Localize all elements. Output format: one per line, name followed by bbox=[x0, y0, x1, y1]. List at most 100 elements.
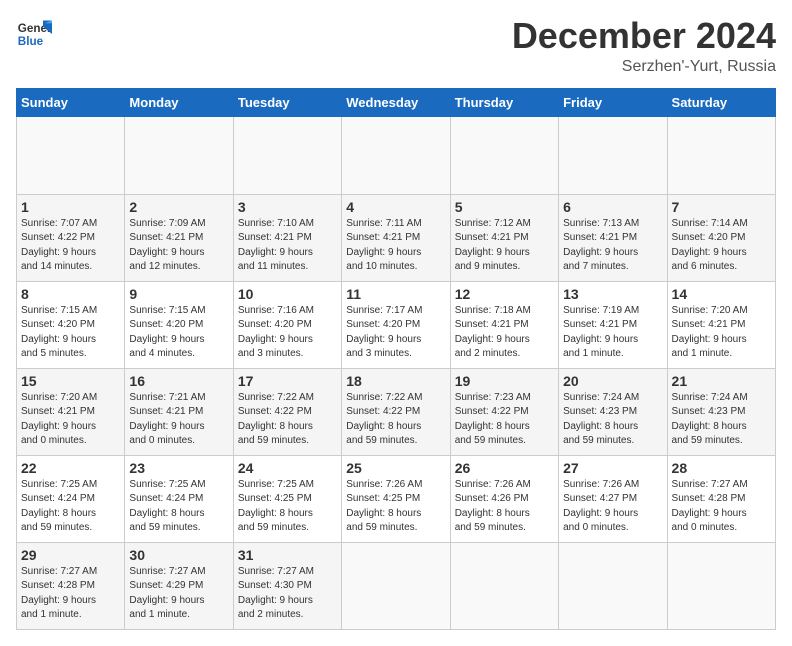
day-number: 24 bbox=[238, 460, 337, 476]
weekday-header-friday: Friday bbox=[559, 88, 667, 116]
day-info: Sunrise: 7:24 AM Sunset: 4:23 PM Dayligh… bbox=[563, 391, 662, 449]
day-number: 29 bbox=[21, 547, 120, 563]
calendar-cell: 14 Sunrise: 7:20 AM Sunset: 4:21 PM Dayli… bbox=[667, 281, 775, 368]
day-number: 4 bbox=[346, 199, 445, 215]
calendar-cell: 9Sunrise: 7:15 AM Sunset: 4:20 PM Daylig… bbox=[125, 281, 233, 368]
calendar-cell: 25 Sunrise: 7:26 AM Sunset: 4:25 PM Dayli… bbox=[342, 455, 450, 542]
day-info: Sunrise: 7:20 AM Sunset: 4:21 PM Dayligh… bbox=[21, 391, 120, 449]
day-info: Sunrise: 7:11 AM Sunset: 4:21 PM Dayligh… bbox=[346, 217, 445, 275]
day-number: 7 bbox=[672, 199, 771, 215]
logo: General Blue bbox=[16, 16, 52, 52]
day-info: Sunrise: 7:09 AM Sunset: 4:21 PM Dayligh… bbox=[129, 217, 228, 275]
calendar-cell bbox=[450, 542, 558, 629]
day-info: Sunrise: 7:22 AM Sunset: 4:22 PM Dayligh… bbox=[238, 391, 337, 449]
calendar-cell: 18 Sunrise: 7:22 AM Sunset: 4:22 PM Dayli… bbox=[342, 368, 450, 455]
calendar-cell: 7 Sunrise: 7:14 AM Sunset: 4:20 PM Daylig… bbox=[667, 194, 775, 281]
calendar-cell bbox=[233, 116, 341, 194]
day-info: Sunrise: 7:24 AM Sunset: 4:23 PM Dayligh… bbox=[672, 391, 771, 449]
calendar-table: SundayMondayTuesdayWednesdayThursdayFrid… bbox=[16, 88, 776, 630]
day-number: 21 bbox=[672, 373, 771, 389]
day-number: 30 bbox=[129, 547, 228, 563]
calendar-week-3: 8Sunrise: 7:15 AM Sunset: 4:20 PM Daylig… bbox=[17, 281, 776, 368]
location: Serzhen'-Yurt, Russia bbox=[512, 58, 776, 76]
calendar-cell: 6 Sunrise: 7:13 AM Sunset: 4:21 PM Daylig… bbox=[559, 194, 667, 281]
weekday-header-saturday: Saturday bbox=[667, 88, 775, 116]
day-info: Sunrise: 7:26 AM Sunset: 4:26 PM Dayligh… bbox=[455, 478, 554, 536]
calendar-cell: 24 Sunrise: 7:25 AM Sunset: 4:25 PM Dayli… bbox=[233, 455, 341, 542]
calendar-cell: 23 Sunrise: 7:25 AM Sunset: 4:24 PM Dayli… bbox=[125, 455, 233, 542]
weekday-header-wednesday: Wednesday bbox=[342, 88, 450, 116]
calendar-cell: 29Sunrise: 7:27 AM Sunset: 4:28 PM Dayli… bbox=[17, 542, 125, 629]
calendar-cell: 20Sunrise: 7:24 AM Sunset: 4:23 PM Dayli… bbox=[559, 368, 667, 455]
day-number: 25 bbox=[346, 460, 445, 476]
day-number: 13 bbox=[563, 286, 662, 302]
day-number: 14 bbox=[672, 286, 771, 302]
weekday-header-thursday: Thursday bbox=[450, 88, 558, 116]
day-info: Sunrise: 7:14 AM Sunset: 4:20 PM Dayligh… bbox=[672, 217, 771, 275]
day-info: Sunrise: 7:20 AM Sunset: 4:21 PM Dayligh… bbox=[672, 304, 771, 362]
calendar-cell: 1Sunrise: 7:07 AM Sunset: 4:22 PM Daylig… bbox=[17, 194, 125, 281]
calendar-cell bbox=[342, 116, 450, 194]
calendar-cell: 10 Sunrise: 7:16 AM Sunset: 4:20 PM Dayli… bbox=[233, 281, 341, 368]
calendar-header-row: SundayMondayTuesdayWednesdayThursdayFrid… bbox=[17, 88, 776, 116]
calendar-cell bbox=[559, 542, 667, 629]
svg-text:Blue: Blue bbox=[18, 35, 44, 48]
weekday-header-tuesday: Tuesday bbox=[233, 88, 341, 116]
calendar-cell: 12 Sunrise: 7:18 AM Sunset: 4:21 PM Dayli… bbox=[450, 281, 558, 368]
calendar-cell: 13Sunrise: 7:19 AM Sunset: 4:21 PM Dayli… bbox=[559, 281, 667, 368]
day-info: Sunrise: 7:07 AM Sunset: 4:22 PM Dayligh… bbox=[21, 217, 120, 275]
day-number: 26 bbox=[455, 460, 554, 476]
day-number: 23 bbox=[129, 460, 228, 476]
calendar-cell: 28 Sunrise: 7:27 AM Sunset: 4:28 PM Dayli… bbox=[667, 455, 775, 542]
day-number: 6 bbox=[563, 199, 662, 215]
title-block: December 2024 Serzhen'-Yurt, Russia bbox=[512, 16, 776, 76]
calendar-cell: 27Sunrise: 7:26 AM Sunset: 4:27 PM Dayli… bbox=[559, 455, 667, 542]
calendar-cell bbox=[17, 116, 125, 194]
day-info: Sunrise: 7:27 AM Sunset: 4:29 PM Dayligh… bbox=[129, 565, 228, 623]
day-info: Sunrise: 7:15 AM Sunset: 4:20 PM Dayligh… bbox=[129, 304, 228, 362]
day-info: Sunrise: 7:15 AM Sunset: 4:20 PM Dayligh… bbox=[21, 304, 120, 362]
day-info: Sunrise: 7:18 AM Sunset: 4:21 PM Dayligh… bbox=[455, 304, 554, 362]
calendar-cell: 30 Sunrise: 7:27 AM Sunset: 4:29 PM Dayli… bbox=[125, 542, 233, 629]
calendar-cell: 19Sunrise: 7:23 AM Sunset: 4:22 PM Dayli… bbox=[450, 368, 558, 455]
day-info: Sunrise: 7:25 AM Sunset: 4:24 PM Dayligh… bbox=[21, 478, 120, 536]
day-number: 31 bbox=[238, 547, 337, 563]
day-number: 28 bbox=[672, 460, 771, 476]
day-info: Sunrise: 7:13 AM Sunset: 4:21 PM Dayligh… bbox=[563, 217, 662, 275]
day-info: Sunrise: 7:27 AM Sunset: 4:28 PM Dayligh… bbox=[672, 478, 771, 536]
calendar-week-6: 29Sunrise: 7:27 AM Sunset: 4:28 PM Dayli… bbox=[17, 542, 776, 629]
day-number: 18 bbox=[346, 373, 445, 389]
day-info: Sunrise: 7:10 AM Sunset: 4:21 PM Dayligh… bbox=[238, 217, 337, 275]
calendar-week-5: 22 Sunrise: 7:25 AM Sunset: 4:24 PM Dayli… bbox=[17, 455, 776, 542]
calendar-cell: 31 Sunrise: 7:27 AM Sunset: 4:30 PM Dayli… bbox=[233, 542, 341, 629]
day-info: Sunrise: 7:17 AM Sunset: 4:20 PM Dayligh… bbox=[346, 304, 445, 362]
calendar-cell bbox=[559, 116, 667, 194]
page-header: General Blue December 2024 Serzhen'-Yurt… bbox=[16, 16, 776, 76]
calendar-week-2: 1Sunrise: 7:07 AM Sunset: 4:22 PM Daylig… bbox=[17, 194, 776, 281]
calendar-cell: 21 Sunrise: 7:24 AM Sunset: 4:23 PM Dayli… bbox=[667, 368, 775, 455]
calendar-cell: 8Sunrise: 7:15 AM Sunset: 4:20 PM Daylig… bbox=[17, 281, 125, 368]
day-number: 10 bbox=[238, 286, 337, 302]
calendar-cell: 16Sunrise: 7:21 AM Sunset: 4:21 PM Dayli… bbox=[125, 368, 233, 455]
calendar-cell: 26 Sunrise: 7:26 AM Sunset: 4:26 PM Dayli… bbox=[450, 455, 558, 542]
day-info: Sunrise: 7:25 AM Sunset: 4:25 PM Dayligh… bbox=[238, 478, 337, 536]
calendar-cell: 3Sunrise: 7:10 AM Sunset: 4:21 PM Daylig… bbox=[233, 194, 341, 281]
calendar-week-4: 15Sunrise: 7:20 AM Sunset: 4:21 PM Dayli… bbox=[17, 368, 776, 455]
day-info: Sunrise: 7:25 AM Sunset: 4:24 PM Dayligh… bbox=[129, 478, 228, 536]
calendar-cell bbox=[450, 116, 558, 194]
calendar-body: 1Sunrise: 7:07 AM Sunset: 4:22 PM Daylig… bbox=[17, 116, 776, 629]
day-info: Sunrise: 7:22 AM Sunset: 4:22 PM Dayligh… bbox=[346, 391, 445, 449]
calendar-cell bbox=[667, 116, 775, 194]
day-info: Sunrise: 7:23 AM Sunset: 4:22 PM Dayligh… bbox=[455, 391, 554, 449]
day-number: 17 bbox=[238, 373, 337, 389]
month-title: December 2024 bbox=[512, 16, 776, 56]
calendar-cell: 2Sunrise: 7:09 AM Sunset: 4:21 PM Daylig… bbox=[125, 194, 233, 281]
day-number: 12 bbox=[455, 286, 554, 302]
calendar-cell bbox=[667, 542, 775, 629]
day-info: Sunrise: 7:27 AM Sunset: 4:30 PM Dayligh… bbox=[238, 565, 337, 623]
day-number: 16 bbox=[129, 373, 228, 389]
day-info: Sunrise: 7:16 AM Sunset: 4:20 PM Dayligh… bbox=[238, 304, 337, 362]
day-number: 22 bbox=[21, 460, 120, 476]
day-info: Sunrise: 7:26 AM Sunset: 4:25 PM Dayligh… bbox=[346, 478, 445, 536]
calendar-cell: 4 Sunrise: 7:11 AM Sunset: 4:21 PM Daylig… bbox=[342, 194, 450, 281]
